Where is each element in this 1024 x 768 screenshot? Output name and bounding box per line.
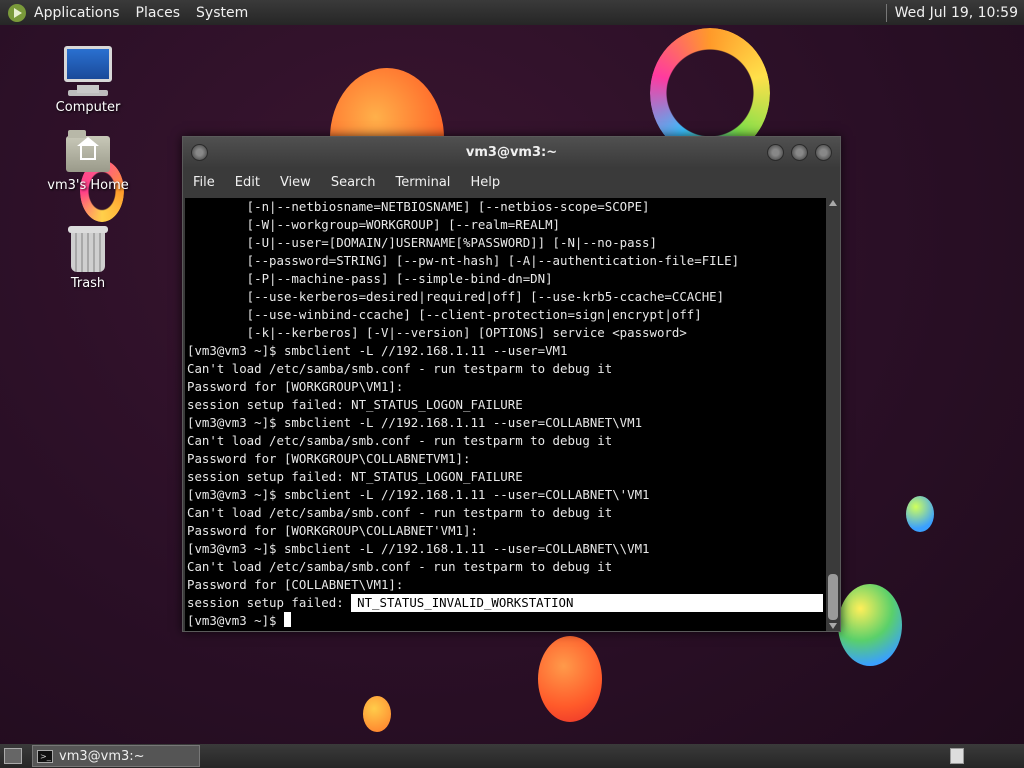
menu-search[interactable]: Search bbox=[331, 175, 376, 190]
terminal-output[interactable]: [-n|--netbiosname=NETBIOSNAME] [--netbio… bbox=[185, 198, 826, 631]
menu-view[interactable]: View bbox=[280, 175, 311, 190]
minimize-icon[interactable] bbox=[767, 144, 784, 161]
menu-terminal[interactable]: Terminal bbox=[395, 175, 450, 190]
trash-icon bbox=[68, 226, 108, 272]
window-menubar: File Edit View Search Terminal Help bbox=[183, 168, 840, 196]
terminal-prompt: [vm3@vm3 ~]$ bbox=[187, 613, 284, 628]
window-title: vm3@vm3:~ bbox=[465, 145, 558, 160]
terminal-line: [vm3@vm3 ~]$ smbclient -L //192.168.1.11… bbox=[187, 415, 643, 430]
scrollbar-thumb[interactable] bbox=[828, 574, 838, 620]
clock[interactable]: Wed Jul 19, 10:59 bbox=[895, 5, 1018, 21]
terminal-line: Can't load /etc/samba/smb.conf - run tes… bbox=[187, 433, 613, 448]
terminal-line: [-P|--machine-pass] [--simple-bind-dn=DN… bbox=[187, 271, 553, 286]
terminal-line: [--use-winbind-ccache] [--client-protect… bbox=[187, 307, 702, 322]
terminal-line: [-W|--workgroup=WORKGROUP] [--realm=REAL… bbox=[187, 217, 560, 232]
wallpaper-blob bbox=[538, 636, 602, 722]
menu-places[interactable]: Places bbox=[136, 5, 181, 21]
computer-icon bbox=[64, 46, 112, 93]
terminal-line: Can't load /etc/samba/smb.conf - run tes… bbox=[187, 361, 613, 376]
error-prefix: session setup failed: bbox=[187, 595, 352, 610]
menu-system[interactable]: System bbox=[196, 5, 248, 21]
terminal-line: Password for [COLLABNET\VM1]: bbox=[187, 577, 404, 592]
terminal-line: Password for [WORKGROUP\VM1]: bbox=[187, 379, 404, 394]
wallpaper-blob bbox=[906, 496, 934, 532]
desktop-icon-label: vm3's Home bbox=[47, 178, 129, 193]
terminal-line: [-n|--netbiosname=NETBIOSNAME] [--netbio… bbox=[187, 199, 650, 214]
terminal-line: Can't load /etc/samba/smb.conf - run tes… bbox=[187, 559, 613, 574]
terminal-line: [vm3@vm3 ~]$ smbclient -L //192.168.1.11… bbox=[187, 541, 650, 556]
maximize-icon[interactable] bbox=[791, 144, 808, 161]
terminal-scrollbar[interactable] bbox=[826, 198, 840, 631]
desktop-icon-label: Trash bbox=[70, 276, 106, 291]
terminal-line: [vm3@vm3 ~]$ smbclient -L //192.168.1.11… bbox=[187, 487, 650, 502]
desktop-icon-home[interactable]: vm3's Home bbox=[43, 130, 133, 193]
terminal-line: [vm3@vm3 ~]$ smbclient -L //192.168.1.11… bbox=[187, 343, 568, 358]
taskbar-item-terminal[interactable]: >_ vm3@vm3:~ bbox=[32, 745, 200, 767]
window-menu-icon[interactable] bbox=[191, 144, 208, 161]
wallpaper-blob bbox=[363, 696, 391, 732]
terminal-line: [--use-kerberos=desired|required|off] [-… bbox=[187, 289, 725, 304]
desktop-icon-label: Computer bbox=[55, 100, 121, 115]
close-icon[interactable] bbox=[815, 144, 832, 161]
terminal-line: Can't load /etc/samba/smb.conf - run tes… bbox=[187, 505, 613, 520]
taskbar-item-label: vm3@vm3:~ bbox=[59, 748, 145, 764]
terminal-line: [--password=STRING] [--pw-nt-hash] [-A|-… bbox=[187, 253, 740, 268]
bottom-panel: >_ vm3@vm3:~ bbox=[0, 744, 1024, 768]
menu-help[interactable]: Help bbox=[470, 175, 500, 190]
terminal-line: Password for [WORKGROUP\COLLABNETVM1]: bbox=[187, 451, 471, 466]
home-folder-icon bbox=[66, 130, 110, 172]
terminal-line: [-k|--kerberos] [-V|--version] [OPTIONS]… bbox=[187, 325, 687, 340]
terminal-line: Password for [WORKGROUP\COLLABNET'VM1]: bbox=[187, 523, 478, 538]
desktop-icon-computer[interactable]: Computer bbox=[43, 46, 133, 115]
menu-file[interactable]: File bbox=[193, 175, 215, 190]
workspace-switcher[interactable] bbox=[950, 748, 964, 764]
text-cursor bbox=[283, 612, 291, 627]
window-titlebar[interactable]: vm3@vm3:~ bbox=[183, 137, 840, 168]
terminal-icon: >_ bbox=[37, 749, 53, 763]
terminal-prompt-line: [vm3@vm3 ~]$ bbox=[187, 612, 826, 630]
wallpaper-blob bbox=[838, 584, 902, 666]
terminal-window[interactable]: vm3@vm3:~ File Edit View Search Terminal… bbox=[182, 136, 841, 632]
show-desktop-icon[interactable] bbox=[4, 748, 22, 764]
top-panel: Applications Places System Wed Jul 19, 1… bbox=[0, 0, 1024, 25]
distro-logo-icon[interactable] bbox=[8, 3, 26, 22]
panel-separator bbox=[885, 3, 887, 22]
scroll-up-icon[interactable] bbox=[829, 200, 837, 206]
terminal-line: session setup failed: NT_STATUS_LOGON_FA… bbox=[187, 397, 523, 412]
selected-error-text[interactable]: NT_STATUS_INVALID_WORKSTATION bbox=[351, 594, 824, 612]
menu-applications[interactable]: Applications bbox=[34, 5, 120, 21]
terminal-line: session setup failed: NT_STATUS_LOGON_FA… bbox=[187, 469, 523, 484]
terminal-line: [-U|--user=[DOMAIN/]USERNAME[%PASSWORD]]… bbox=[187, 235, 657, 250]
terminal-line: session setup failed: NT_STATUS_INVALID_… bbox=[187, 594, 826, 612]
desktop-icon-trash[interactable]: Trash bbox=[43, 226, 133, 291]
scroll-down-icon[interactable] bbox=[829, 623, 837, 629]
menu-edit[interactable]: Edit bbox=[235, 175, 260, 190]
